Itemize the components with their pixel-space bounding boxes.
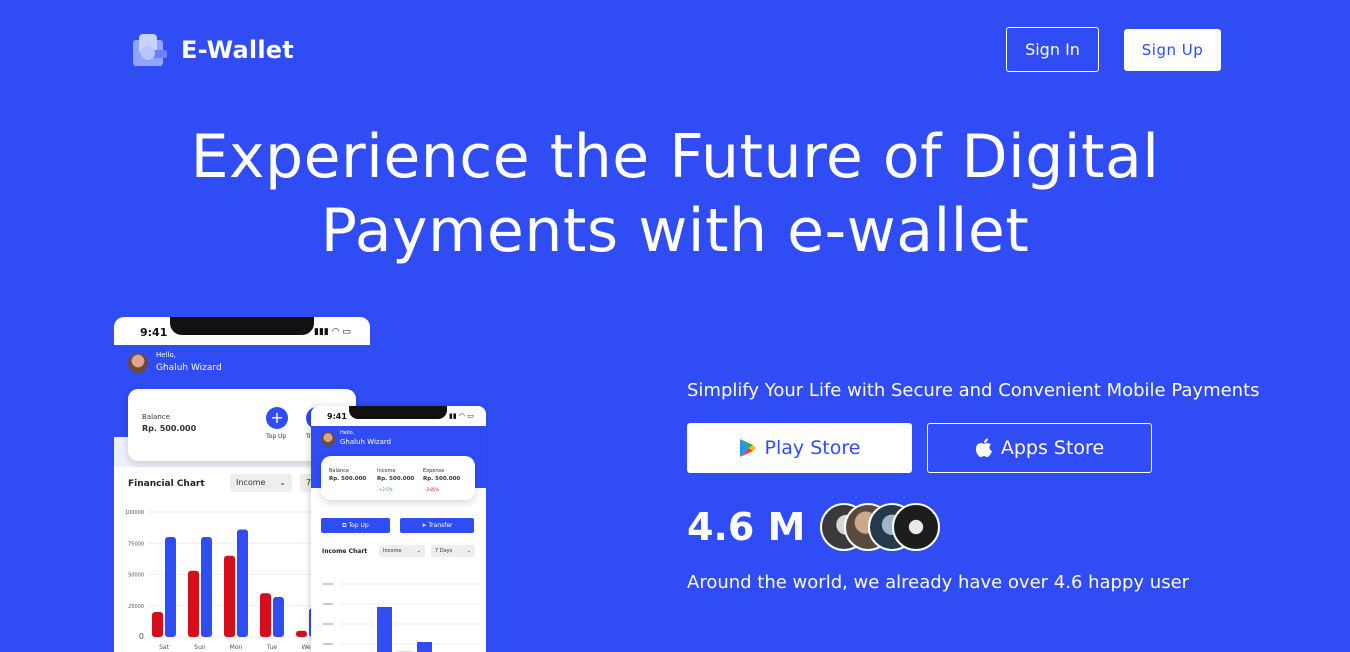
apps-store-button[interactable]: Apps Store bbox=[927, 423, 1152, 473]
plus-icon[interactable]: + bbox=[266, 407, 288, 429]
income-bar bbox=[260, 593, 271, 637]
phone-notch bbox=[349, 406, 447, 419]
user-avatars bbox=[820, 503, 950, 551]
user-name: Ghaluh Wizard bbox=[340, 438, 392, 446]
top-up-button[interactable]: ⧉ Top Up bbox=[321, 518, 390, 533]
days-filter-value: 7 Days bbox=[435, 548, 453, 554]
hero-tagline: Simplify Your Life with Secure and Conve… bbox=[687, 380, 1260, 401]
x-tick-label: Tue bbox=[266, 644, 278, 651]
status-icons: ▮▮ ◠ ▭ bbox=[449, 412, 474, 420]
brand-logo[interactable]: E-Wallet bbox=[131, 32, 294, 68]
top-up-label: Top Up bbox=[348, 522, 369, 529]
chevron-down-icon: ⌄ bbox=[279, 478, 286, 487]
y-tick-label: 100000 bbox=[125, 510, 144, 516]
apps-store-label: Apps Store bbox=[1000, 437, 1105, 459]
users-subtext: Around the world, we already have over 4… bbox=[687, 572, 1190, 593]
x-tick-label: Sat bbox=[159, 644, 169, 651]
balance-value: Rp. 500.000 bbox=[329, 476, 367, 482]
days-filter-select[interactable]: 7 Days ⌄ bbox=[431, 545, 475, 557]
greeting: Hello, bbox=[340, 430, 355, 436]
greeting: Hello, bbox=[156, 351, 176, 359]
expense-change: -3.85% bbox=[425, 487, 440, 492]
sign-in-button[interactable]: Sign In bbox=[1006, 27, 1099, 72]
income-bar bbox=[417, 642, 432, 652]
apple-icon bbox=[975, 438, 992, 457]
wallet-icon bbox=[131, 32, 169, 68]
top-up-label: Top Up bbox=[266, 433, 287, 440]
expense-value: Rp. 500.000 bbox=[423, 476, 461, 482]
phone-mockup-secondary: 9:41 ▮▮ ◠ ▭ Hello, Ghaluh Wizard Balance… bbox=[311, 406, 486, 652]
expense-bar bbox=[273, 597, 284, 637]
income-bar bbox=[152, 612, 163, 637]
income-bar bbox=[296, 630, 307, 637]
y-tick-label bbox=[323, 583, 333, 585]
user-avatar bbox=[892, 503, 940, 551]
user-name: Ghaluh Wizard bbox=[156, 363, 222, 373]
y-tick-label bbox=[323, 603, 333, 605]
balance-card: Balance Rp. 500.000 Income Rp. 500.000 +… bbox=[321, 456, 475, 500]
income-bar bbox=[224, 555, 235, 637]
x-tick-label: Sun bbox=[194, 644, 206, 651]
status-icons: ▮▮▮ ◠ ▭ bbox=[314, 327, 351, 337]
transfer-label: Transfer bbox=[428, 522, 453, 529]
income-label: Income bbox=[377, 468, 396, 474]
hero-title-line2: Payments with e-wallet bbox=[320, 196, 1030, 266]
income-change: +2.5% bbox=[379, 487, 393, 492]
expense-bar bbox=[165, 537, 176, 637]
brand-name: E-Wallet bbox=[181, 36, 294, 64]
chart-title: Income Chart bbox=[322, 548, 368, 555]
income-value: Rp. 500.000 bbox=[377, 476, 415, 482]
income-filter-select[interactable]: Income ⌄ bbox=[379, 545, 425, 557]
balance-value: Rp. 500.000 bbox=[142, 424, 197, 433]
y-tick-label: 0 bbox=[139, 632, 144, 641]
x-tick-label: Mon bbox=[230, 644, 243, 651]
avatar bbox=[321, 432, 335, 446]
income-filter-value: Income bbox=[383, 548, 402, 554]
play-store-label: Play Store bbox=[764, 437, 861, 459]
chart-title: Financial Chart bbox=[128, 479, 205, 489]
y-tick-label bbox=[323, 623, 333, 625]
phone-time: 9:41 bbox=[140, 326, 168, 339]
y-tick-label: 50000 bbox=[128, 573, 144, 579]
chevron-down-icon: ⌄ bbox=[416, 548, 421, 554]
income-chart bbox=[323, 583, 481, 652]
y-tick-label bbox=[323, 643, 333, 645]
top-nav: E-Wallet Sign In Sign Up bbox=[0, 0, 1350, 100]
expense-bar bbox=[237, 529, 248, 637]
play-store-icon bbox=[739, 439, 756, 457]
play-store-button[interactable]: Play Store bbox=[687, 423, 912, 473]
expense-label: Expense bbox=[423, 468, 445, 474]
expense-bar bbox=[201, 537, 212, 637]
phone-notch bbox=[170, 317, 314, 335]
income-filter-value: Income bbox=[236, 478, 266, 487]
sign-up-button[interactable]: Sign Up bbox=[1124, 29, 1221, 71]
chevron-down-icon: ⌄ bbox=[466, 548, 471, 554]
income-bar bbox=[377, 607, 392, 652]
balance-label: Balance bbox=[329, 468, 349, 474]
avatar bbox=[128, 353, 148, 373]
hero-title: Experience the Future of Digital Payment… bbox=[0, 120, 1350, 268]
y-tick-label: 25000 bbox=[128, 604, 144, 610]
phone-time: 9:41 bbox=[327, 412, 347, 421]
users-count: 4.6 M bbox=[687, 505, 806, 549]
income-filter-select[interactable]: Income ⌄ bbox=[230, 474, 292, 492]
y-tick-label: 75000 bbox=[128, 541, 144, 547]
income-bar bbox=[188, 570, 199, 637]
balance-label: Balance bbox=[142, 413, 170, 421]
transfer-button[interactable]: ➤ Transfer bbox=[400, 518, 474, 533]
hero-title-line1: Experience the Future of Digital bbox=[190, 122, 1160, 192]
